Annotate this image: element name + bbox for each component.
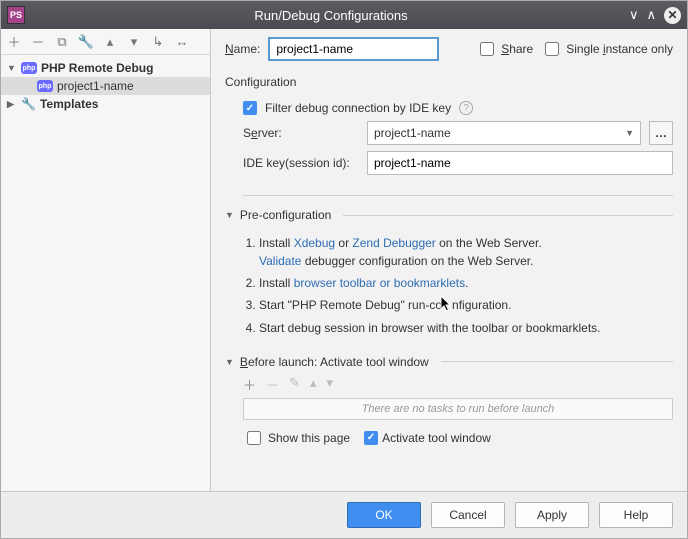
link-browser-toolbar[interactable]: browser toolbar or bookmarklets xyxy=(294,276,465,290)
titlebar: PS Run/Debug Configurations ∨ ∧ ✕ xyxy=(1,1,687,29)
up-icon[interactable]: ▴ xyxy=(103,34,117,50)
help-icon[interactable]: ? xyxy=(459,101,473,115)
tree-node-project1[interactable]: php project1-name xyxy=(1,77,210,95)
link-validate[interactable]: Validate xyxy=(259,254,301,268)
php-icon: php xyxy=(37,80,53,92)
add-task-icon[interactable]: ＋ xyxy=(243,375,256,394)
server-row: Server: project1-name ▼ … xyxy=(243,121,673,145)
share-checkbox-input[interactable] xyxy=(480,42,494,56)
minimize-icon[interactable]: ∨ xyxy=(629,7,639,23)
show-page-input[interactable] xyxy=(247,431,261,445)
config-tree: ▼ php PHP Remote Debug php project1-name… xyxy=(1,55,210,117)
left-toolbar: ＋ － ⧉ 🔧 ▴ ▾ ↳ ↔ xyxy=(1,29,210,55)
server-value: project1-name xyxy=(374,126,451,140)
ide-key-input[interactable] xyxy=(367,151,673,175)
filter-label: Filter debug connection by IDE key xyxy=(265,101,451,115)
text: on the Web Server. xyxy=(436,236,542,250)
expand-icon[interactable]: ↔ xyxy=(175,34,189,49)
ide-key-label: IDE key(session id): xyxy=(243,156,359,170)
link-xdebug[interactable]: Xdebug xyxy=(294,236,335,250)
tree-node-php-remote-debug[interactable]: ▼ php PHP Remote Debug xyxy=(1,59,210,77)
maximize-icon[interactable]: ∧ xyxy=(646,7,656,23)
step-4: Start debug session in browser with the … xyxy=(259,319,673,337)
tasks-list: There are no tasks to run before launch xyxy=(243,398,673,420)
name-input[interactable] xyxy=(268,37,439,61)
name-label: Name: xyxy=(225,42,260,56)
window-title: Run/Debug Configurations xyxy=(33,8,629,23)
dialog-body: ＋ － ⧉ 🔧 ▴ ▾ ↳ ↔ ▼ php PHP Remote Debug p… xyxy=(1,29,687,491)
copy-icon[interactable]: ⧉ xyxy=(55,34,69,50)
tree-label: project1-name xyxy=(57,79,134,93)
step-1: Install Xdebug or Zend Debugger on the W… xyxy=(259,234,673,270)
right-panel: Name: Share Single instance only Configu… xyxy=(211,29,687,491)
tree-node-templates[interactable]: ▶ 🔧 Templates xyxy=(1,95,210,113)
php-icon: php xyxy=(21,62,37,74)
before-launch-heading: Before launch: Activate tool window xyxy=(240,355,429,369)
text: . xyxy=(465,276,468,290)
tree-label: Templates xyxy=(40,97,98,111)
link-zend[interactable]: Zend Debugger xyxy=(352,236,435,250)
left-panel: ＋ － ⧉ 🔧 ▴ ▾ ↳ ↔ ▼ php PHP Remote Debug p… xyxy=(1,29,211,491)
show-page-label: Show this page xyxy=(268,431,350,445)
chevron-down-icon: ▼ xyxy=(225,357,234,367)
remove-icon[interactable]: － xyxy=(31,32,45,51)
divider xyxy=(343,215,673,216)
chevron-down-icon: ▼ xyxy=(225,210,234,220)
preconfig-heading: Pre-configuration xyxy=(240,208,331,222)
launch-checks: Show this page ✓ Activate tool window xyxy=(243,428,673,448)
chevron-down-icon: ▼ xyxy=(7,63,17,73)
filter-row: ✓ Filter debug connection by IDE key ? xyxy=(243,101,673,115)
ide-key-row: IDE key(session id): xyxy=(243,151,673,175)
text: or xyxy=(335,236,352,250)
single-instance-checkbox[interactable]: Single instance only xyxy=(541,39,673,59)
close-icon[interactable]: ✕ xyxy=(664,7,681,24)
tree-label: PHP Remote Debug xyxy=(41,61,153,75)
show-page-checkbox[interactable]: Show this page xyxy=(243,428,350,448)
server-select[interactable]: project1-name ▼ xyxy=(367,121,641,145)
preconfig-steps: Install Xdebug or Zend Debugger on the W… xyxy=(259,230,673,341)
wrench-icon: 🔧 xyxy=(21,97,36,111)
text: debugger configuration on the Web Server… xyxy=(301,254,533,268)
down-icon[interactable]: ▾ xyxy=(127,34,141,50)
cancel-button[interactable]: Cancel xyxy=(431,502,505,528)
remove-task-icon[interactable]: － xyxy=(266,375,279,394)
share-checkbox[interactable]: Share xyxy=(476,39,533,59)
app-icon: PS xyxy=(7,6,25,24)
single-instance-input[interactable] xyxy=(545,42,559,56)
divider xyxy=(441,361,673,362)
step-3: Start "PHP Remote Debug" run-configurati… xyxy=(259,296,673,315)
text: Install xyxy=(259,236,294,250)
configuration-block: ✓ Filter debug connection by IDE key ? S… xyxy=(243,95,673,196)
share-label: Share xyxy=(501,42,533,56)
ok-button[interactable]: OK xyxy=(347,502,421,528)
name-row: Name: Share Single instance only xyxy=(225,37,673,61)
chevron-down-icon: ▼ xyxy=(625,128,634,138)
wrench-icon[interactable]: 🔧 xyxy=(79,34,93,50)
single-instance-label: Single instance only xyxy=(566,42,673,56)
dialog-window: PS Run/Debug Configurations ∨ ∧ ✕ ＋ － ⧉ … xyxy=(0,0,688,539)
folder-icon[interactable]: ↳ xyxy=(151,34,165,50)
add-icon[interactable]: ＋ xyxy=(7,32,21,51)
apply-button[interactable]: Apply xyxy=(515,502,589,528)
text: Install xyxy=(259,276,294,290)
window-controls: ∨ ∧ ✕ xyxy=(629,7,681,24)
up-task-icon[interactable]: ▴ xyxy=(310,375,317,394)
down-task-icon[interactable]: ▾ xyxy=(326,375,333,394)
server-browse-button[interactable]: … xyxy=(649,121,673,145)
mouse-cursor-icon xyxy=(440,297,454,315)
activate-tool-checkbox[interactable]: ✓ Activate tool window xyxy=(364,431,491,445)
help-button[interactable]: Help xyxy=(599,502,673,528)
server-label: Server: xyxy=(243,126,359,140)
chevron-right-icon: ▶ xyxy=(7,99,17,110)
tasks-toolbar: ＋ － ✎ ▴ ▾ xyxy=(225,373,673,398)
step-2: Install browser toolbar or bookmarklets. xyxy=(259,274,673,292)
activate-tool-label: Activate tool window xyxy=(382,431,491,445)
before-launch-header[interactable]: ▼ Before launch: Activate tool window xyxy=(225,355,673,369)
preconfig-header[interactable]: ▼ Pre-configuration xyxy=(225,208,673,222)
configuration-heading: Configuration xyxy=(225,75,673,89)
activate-tool-input[interactable]: ✓ xyxy=(364,431,378,445)
dialog-footer: OK Cancel Apply Help xyxy=(1,491,687,538)
edit-task-icon[interactable]: ✎ xyxy=(289,375,300,394)
filter-checkbox[interactable]: ✓ xyxy=(243,101,257,115)
